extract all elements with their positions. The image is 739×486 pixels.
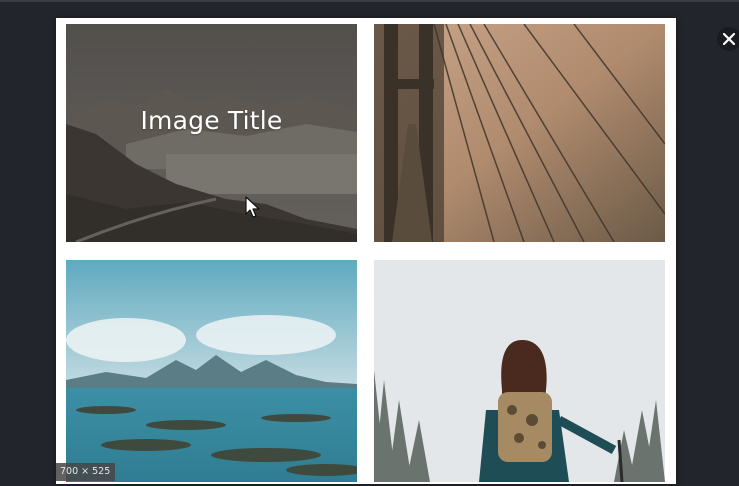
- gallery-image-mountain-road[interactable]: Image Title: [66, 24, 357, 242]
- mouse-cursor-icon: [245, 196, 260, 218]
- close-button[interactable]: [717, 27, 739, 51]
- close-icon: [723, 33, 735, 45]
- top-edge: [0, 0, 739, 2]
- gallery-image-bridge[interactable]: [374, 24, 665, 242]
- hiker-image: [374, 260, 665, 482]
- image-size-badge: 700 × 525: [56, 463, 116, 481]
- image-title: Image Title: [140, 106, 283, 135]
- coast-image: [66, 260, 357, 482]
- lightbox-frame: Image Title: [56, 18, 676, 484]
- gallery-image-hiker[interactable]: [374, 260, 665, 482]
- bridge-image: [374, 24, 665, 242]
- gallery-image-coast[interactable]: [66, 260, 357, 482]
